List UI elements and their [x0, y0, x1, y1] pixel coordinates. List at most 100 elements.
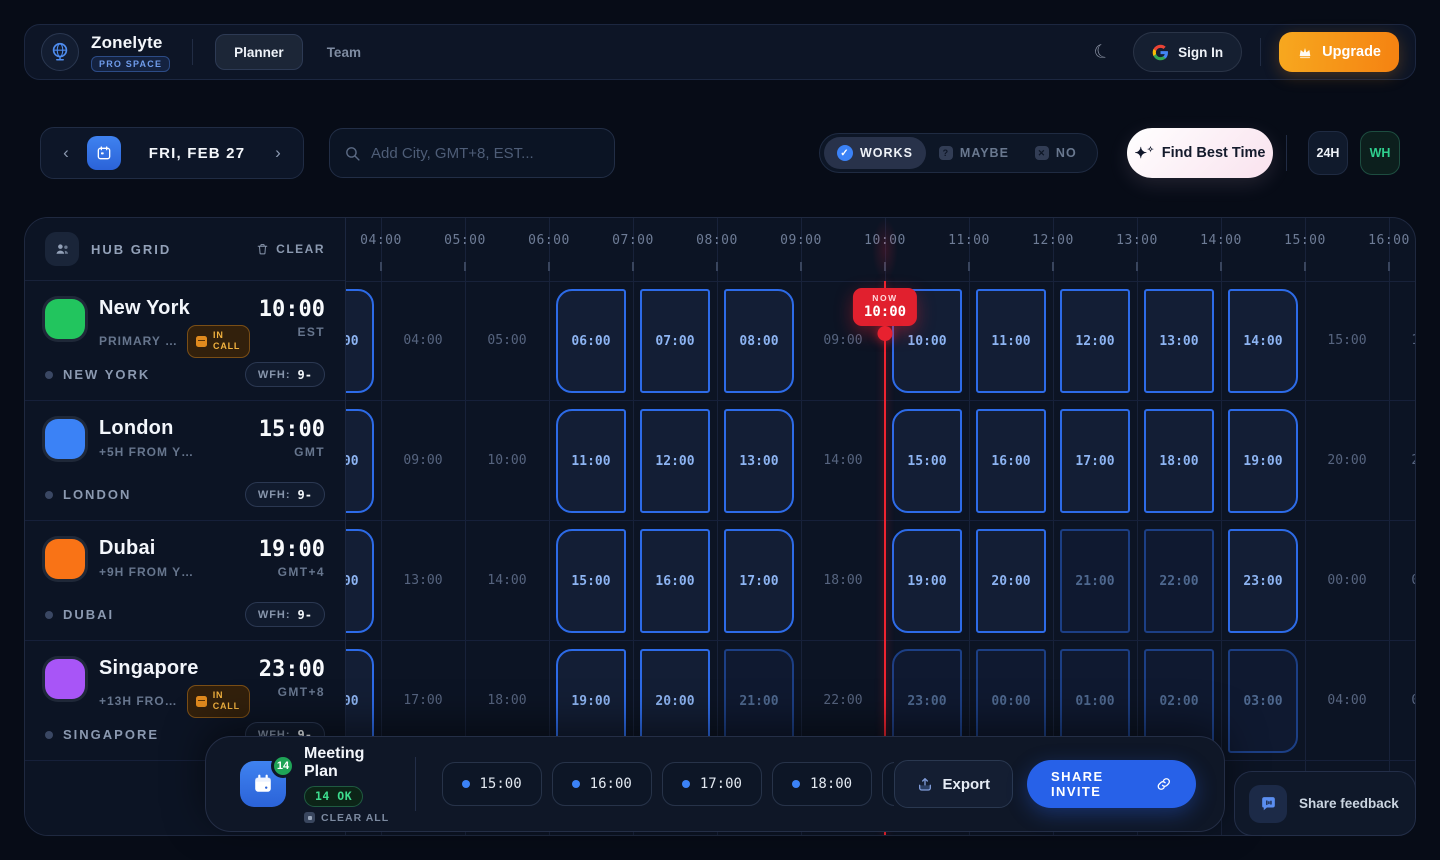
time-slot-18:00[interactable]: 18:00 — [801, 521, 885, 640]
share-feedback-button[interactable]: Share feedback — [1234, 771, 1416, 836]
time-slot-14:00[interactable]: 14:00 — [1228, 289, 1298, 393]
export-button[interactable]: Export — [894, 760, 1014, 808]
time-slot-12:00[interactable]: 12:00 — [640, 409, 710, 513]
chip-time: 18:00 — [810, 776, 852, 792]
hour-format-toggle[interactable]: 24H — [1308, 131, 1348, 175]
tab-planner[interactable]: Planner — [215, 34, 303, 70]
time-slot-21:00[interactable]: 21:00 — [1060, 529, 1130, 633]
city-subtitle: +9H FROM YOU — [99, 565, 195, 579]
time-slot-10:00[interactable]: 10:00 — [465, 401, 549, 520]
time-slot-13:00[interactable]: 13:00 — [1144, 289, 1214, 393]
time-slot-13:00[interactable]: 13:00 — [381, 521, 465, 640]
time-slot-11:00[interactable]: 11:00 — [976, 289, 1046, 393]
theme-toggle-moon-icon[interactable]: ☾ — [1091, 38, 1114, 65]
time-slot-06:00[interactable]: 06:00 — [556, 289, 626, 393]
calendar-icon[interactable] — [87, 136, 121, 170]
time-slot-17:00[interactable]: 17:00 — [1060, 409, 1130, 513]
local-time: 10:00 — [259, 297, 325, 322]
time-slot-04:00[interactable]: 04:00 — [381, 281, 465, 400]
time-slot-20:00[interactable]: 20:00 — [1305, 401, 1389, 520]
time-slot-00:00[interactable]: 00:00 — [1305, 521, 1389, 640]
clear-button[interactable]: CLEAR — [256, 242, 325, 256]
time-slot-01:00[interactable]: 01:00 — [1389, 521, 1415, 640]
time-slot-19:00[interactable]: 19:00 — [892, 529, 962, 633]
time-chip-17:00[interactable]: 17:00 — [662, 762, 762, 806]
hour-tick — [548, 262, 550, 271]
upgrade-button[interactable]: Upgrade — [1279, 32, 1399, 72]
prev-day-button[interactable]: ‹ — [53, 143, 79, 163]
wfh-pill[interactable]: WFH: 9- — [245, 362, 325, 387]
time-slot-21:00[interactable]: 21:00 — [1389, 401, 1415, 520]
question-square-icon: ? — [939, 146, 953, 160]
time-slot-11:00[interactable]: 11:00 — [556, 409, 626, 513]
hour-tick — [380, 262, 382, 271]
city-tag: NEW YORK — [63, 367, 245, 382]
time-slot-15:00[interactable]: 15:00 — [892, 409, 962, 513]
wfh-pill[interactable]: WFH: 9- — [245, 482, 325, 507]
in-call-badge: IN CALL — [187, 325, 250, 358]
search-input[interactable] — [371, 145, 600, 162]
time-slot-18:00[interactable]: 18:00 — [1144, 409, 1214, 513]
time-slot-23:00[interactable]: 23:00 — [1228, 529, 1298, 633]
time-slot-07:00[interactable]: 07:00 — [640, 289, 710, 393]
sign-in-button[interactable]: Sign In — [1133, 32, 1242, 72]
filter-label: WORKS — [860, 146, 913, 160]
hour-tick — [800, 262, 802, 271]
city-row-new-york[interactable]: New York PRIMARY … IN CALL 10:00 EST NEW… — [25, 281, 345, 401]
time-slot-14:00[interactable]: 14:00 — [465, 521, 549, 640]
hour-label: 11:00 — [948, 233, 990, 248]
brand-title: Zonelyte — [91, 33, 170, 53]
time-slot-09:00[interactable]: 09:00 — [381, 401, 465, 520]
wfh-pill[interactable]: WFH: 9- — [245, 602, 325, 627]
share-invite-button[interactable]: SHARE INVITE — [1027, 760, 1196, 808]
filter-no[interactable]: ✕NO — [1022, 137, 1090, 169]
filter-works[interactable]: ✓WORKS — [824, 137, 926, 169]
time-slot-15:00[interactable]: 15:00 — [556, 529, 626, 633]
location-dot-icon — [45, 611, 53, 619]
city-tag: DUBAI — [63, 607, 245, 622]
in-call-label: IN CALL — [213, 690, 241, 713]
time-slot-20:00[interactable]: 20:00 — [976, 529, 1046, 633]
hour-label: 09:00 — [780, 233, 822, 248]
city-row-dubai[interactable]: Dubai +9H FROM YOU 19:00 GMT+4 DUBAI WFH… — [25, 521, 345, 641]
clear-all-button[interactable]: CLEAR ALL — [304, 812, 391, 824]
time-slot-12:00[interactable]: 12:00 — [346, 529, 374, 633]
time-chip-15:00[interactable]: 15:00 — [442, 762, 542, 806]
location-dot-icon — [45, 491, 53, 499]
hour-label: 07:00 — [612, 233, 654, 248]
time-slot-16:00[interactable]: 16:00 — [640, 529, 710, 633]
time-slot-05:00[interactable]: 05:00 — [465, 281, 549, 400]
export-label: Export — [943, 776, 991, 793]
time-slot-17:00[interactable]: 17:00 — [724, 529, 794, 633]
time-chip-18:00[interactable]: 18:00 — [772, 762, 872, 806]
next-day-button[interactable]: › — [265, 143, 291, 163]
time-slot-08:00[interactable]: 08:00 — [724, 289, 794, 393]
time-slot-16:00[interactable]: 16:00 — [1389, 281, 1415, 400]
time-slot-19:00[interactable]: 19:00 — [1228, 409, 1298, 513]
time-chip-16:00[interactable]: 16:00 — [552, 762, 652, 806]
city-tag: LONDON — [63, 487, 245, 502]
date-navigator: ‹ FRI, FEB 27 › — [40, 127, 304, 179]
time-slot-03:00[interactable]: 03:00 — [1228, 649, 1298, 753]
time-slot-22:00[interactable]: 22:00 — [1144, 529, 1214, 633]
filter-maybe[interactable]: ?MAYBE — [926, 137, 1022, 169]
city-row-london[interactable]: London +5H FROM YOU 15:00 GMT LONDON WFH… — [25, 401, 345, 521]
time-slot-04:00[interactable]: 04:00 — [1305, 641, 1389, 760]
time-slot-15:00[interactable]: 15:00 — [1305, 281, 1389, 400]
time-slot-14:00[interactable]: 14:00 — [801, 401, 885, 520]
time-slot-03:00[interactable]: 03:00 — [346, 289, 374, 393]
time-slot-05:00[interactable]: 05:00 — [1389, 641, 1415, 760]
in-call-label: IN CALL — [213, 330, 241, 353]
time-slot-16:00[interactable]: 16:00 — [976, 409, 1046, 513]
tab-team[interactable]: Team — [327, 45, 361, 60]
time-chip-19:00[interactable]: 19:00 — [882, 762, 893, 806]
filter-label: NO — [1056, 146, 1077, 160]
upgrade-label: Upgrade — [1322, 44, 1381, 60]
divider — [1260, 38, 1261, 66]
time-slot-13:00[interactable]: 13:00 — [724, 409, 794, 513]
time-slot-08:00[interactable]: 08:00 — [346, 409, 374, 513]
working-hours-toggle[interactable]: WH — [1360, 131, 1400, 175]
find-best-time-button[interactable]: ✦✧ Find Best Time — [1127, 128, 1273, 178]
location-dot-icon — [45, 731, 53, 739]
time-slot-12:00[interactable]: 12:00 — [1060, 289, 1130, 393]
